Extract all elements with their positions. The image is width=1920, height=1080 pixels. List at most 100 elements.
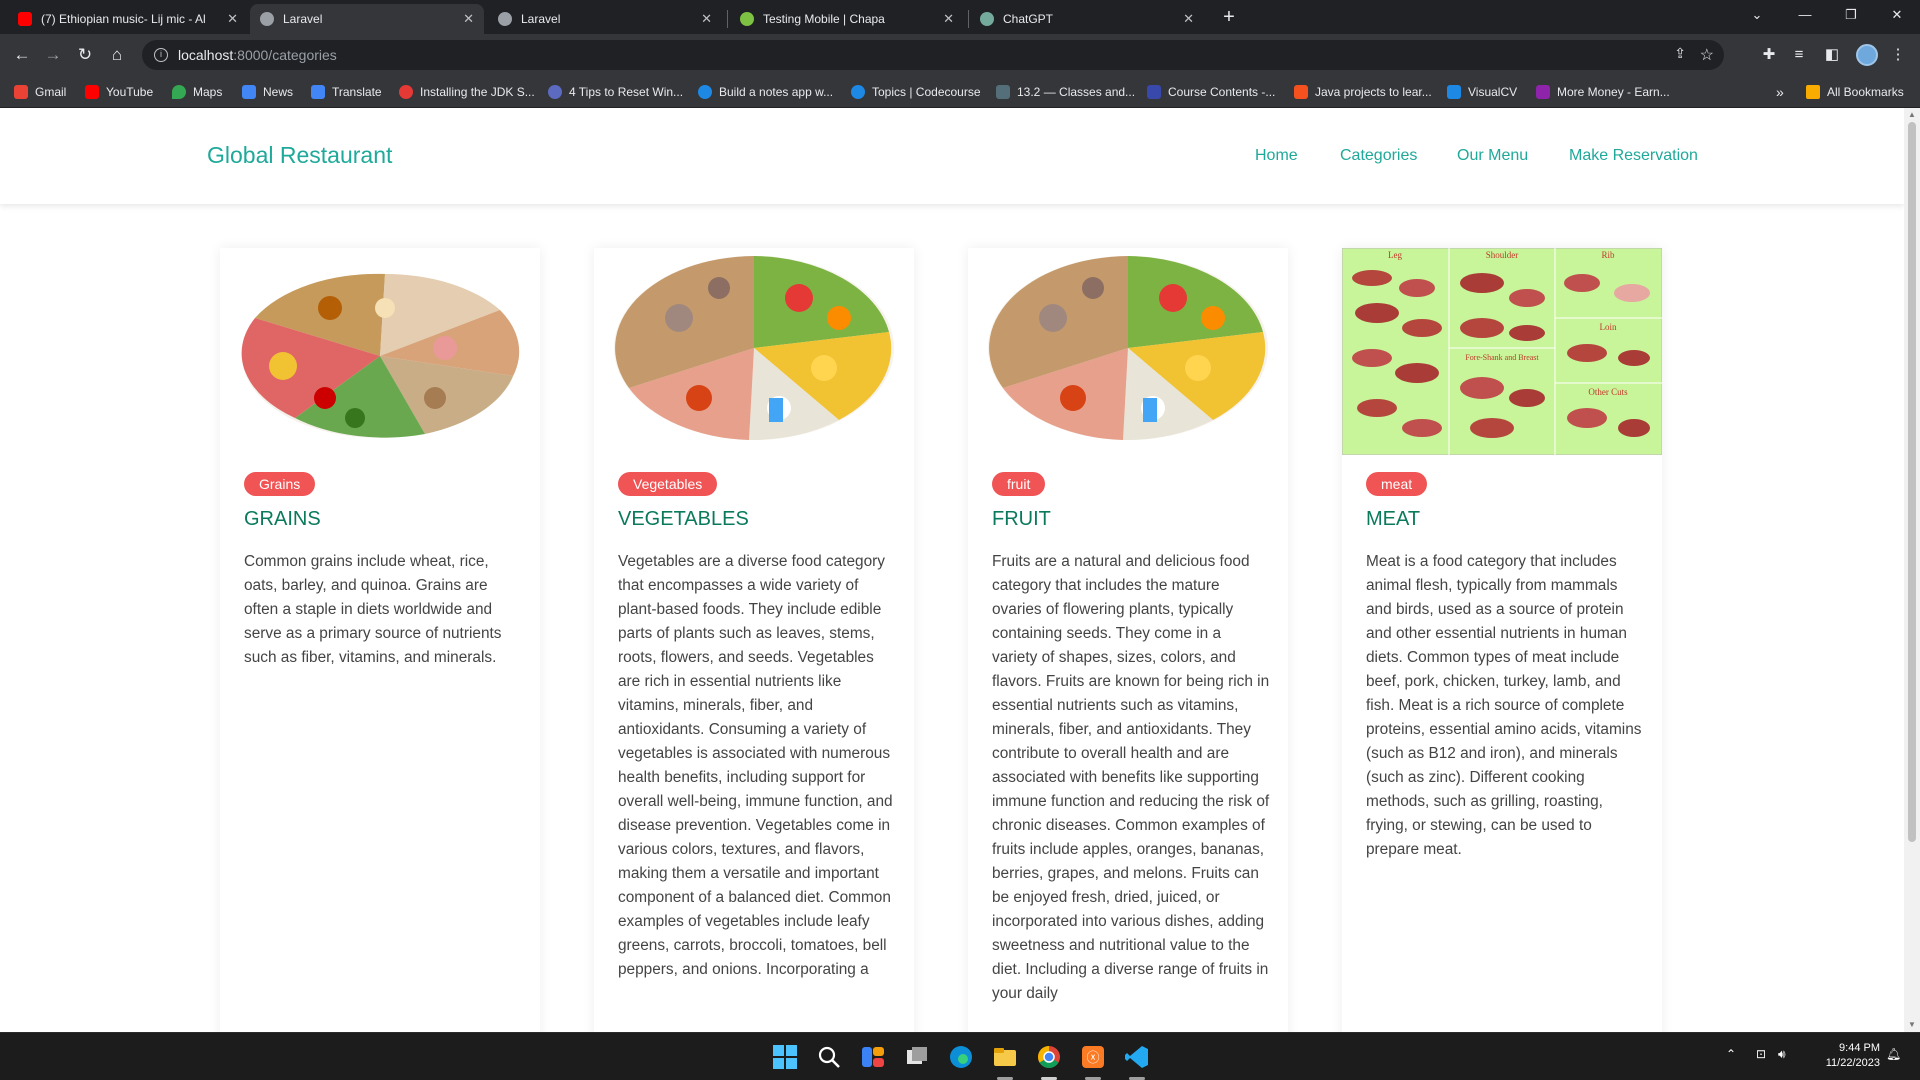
scrollbar-thumb[interactable] bbox=[1908, 122, 1916, 842]
meat-chart-label: Leg bbox=[1388, 250, 1402, 260]
bookmark-gmail[interactable]: Gmail bbox=[14, 83, 66, 101]
minimize-icon[interactable]: — bbox=[1782, 0, 1828, 30]
bookmark-codecourse[interactable]: Topics | Codecourse bbox=[851, 83, 981, 101]
more-bookmarks-button[interactable]: » bbox=[1776, 83, 1784, 101]
page-scrollbar[interactable]: ▲ ▼ bbox=[1904, 108, 1920, 1032]
reload-icon[interactable]: ↻ bbox=[73, 43, 97, 67]
category-badge: fruit bbox=[992, 472, 1046, 496]
tab-title: Laravel bbox=[283, 12, 323, 26]
category-card-vegetables[interactable]: Vegetables VEGETABLES Vegetables are a d… bbox=[594, 248, 914, 1032]
all-bookmarks-button[interactable]: All Bookmarks bbox=[1806, 83, 1904, 101]
bookmark-java-projects[interactable]: Java projects to lear... bbox=[1294, 83, 1432, 101]
close-window-icon[interactable]: ✕ bbox=[1874, 0, 1920, 30]
system-clock[interactable]: 9:44 PM 11/22/2023 bbox=[1808, 1041, 1880, 1071]
course-icon bbox=[1147, 85, 1161, 99]
windows-start-icon[interactable] bbox=[772, 1044, 798, 1070]
share-icon[interactable]: ⇪ bbox=[1674, 45, 1686, 62]
bookmark-visualcv[interactable]: VisualCV bbox=[1447, 83, 1517, 101]
bookmark-reset-windows[interactable]: 4 Tips to Reset Win... bbox=[548, 83, 683, 101]
nav-home[interactable]: Home bbox=[1255, 147, 1298, 165]
bookmark-classes[interactable]: 13.2 — Classes and... bbox=[996, 83, 1135, 101]
bookmark-translate[interactable]: Translate bbox=[311, 83, 382, 101]
nav-make-reservation[interactable]: Make Reservation bbox=[1569, 147, 1698, 165]
fruit-food-wheel-image bbox=[988, 256, 1268, 441]
media-control-icon[interactable]: ≡ bbox=[1787, 43, 1811, 67]
translate-icon bbox=[311, 85, 325, 99]
bookmark-jdk[interactable]: Installing the JDK S... bbox=[399, 83, 535, 101]
restore-icon[interactable]: ❐ bbox=[1828, 0, 1874, 30]
close-tab-icon[interactable]: ✕ bbox=[701, 11, 712, 27]
browser-toolbar: ← → ↻ ⌂ i localhost :8000/categories ⇪ ☆… bbox=[0, 34, 1920, 76]
browser-tab-1[interactable]: Laravel ✕ bbox=[250, 4, 484, 34]
bookmark-label: More Money - Earn... bbox=[1557, 85, 1670, 99]
nav-our-menu[interactable]: Our Menu bbox=[1457, 147, 1528, 165]
close-tab-icon[interactable]: ✕ bbox=[1183, 11, 1194, 27]
bookmark-news[interactable]: News bbox=[242, 83, 293, 101]
globe-favicon-icon bbox=[260, 12, 274, 26]
category-description: Meat is a food category that includes an… bbox=[1366, 553, 1642, 858]
bookmark-label: 4 Tips to Reset Win... bbox=[569, 85, 684, 99]
new-tab-button[interactable]: + bbox=[1216, 4, 1242, 30]
category-card-meat[interactable]: Leg Shoulder Rib Loin Fore-Shank and Bre… bbox=[1342, 248, 1662, 1032]
bookmark-label: YouTube bbox=[106, 85, 154, 99]
site-icon bbox=[1536, 85, 1550, 99]
bookmark-star-icon[interactable]: ☆ bbox=[1700, 45, 1714, 65]
volume-icon[interactable]: 🔊︎ bbox=[1778, 1047, 1786, 1062]
meat-chart-label: Fore-Shank and Breast bbox=[1465, 353, 1539, 362]
chapa-favicon-icon bbox=[740, 12, 754, 26]
browser-tab-0[interactable]: (7) Ethiopian music- Lij mic - Al ✕ bbox=[8, 4, 248, 34]
close-tab-icon[interactable]: ✕ bbox=[227, 11, 238, 27]
meat-chart-label: Shoulder bbox=[1486, 250, 1519, 260]
address-bar[interactable]: i localhost :8000/categories ⇪ ☆ bbox=[142, 40, 1724, 70]
profile-avatar[interactable] bbox=[1856, 44, 1878, 66]
bookmark-notes-app[interactable]: Build a notes app w... bbox=[698, 83, 833, 101]
back-arrow-icon[interactable]: ← bbox=[10, 43, 34, 67]
site-header: Global Restaurant Home Categories Our Me… bbox=[0, 108, 1904, 204]
kebab-menu-icon[interactable]: ⋮ bbox=[1886, 43, 1910, 67]
home-icon[interactable]: ⌂ bbox=[105, 43, 129, 67]
vscode-icon[interactable] bbox=[1124, 1044, 1150, 1070]
meat-chart-label: Other Cuts bbox=[1588, 387, 1628, 397]
chrome-icon[interactable] bbox=[1036, 1044, 1062, 1070]
category-title: MEAT bbox=[1366, 508, 1421, 530]
close-tab-icon[interactable]: ✕ bbox=[943, 11, 954, 27]
browser-tab-strip: (7) Ethiopian music- Lij mic - Al ✕ Lara… bbox=[0, 0, 1920, 34]
extensions-puzzle-icon[interactable]: ✚ bbox=[1757, 43, 1781, 67]
browser-tab-4[interactable]: ChatGPT ✕ bbox=[970, 4, 1204, 34]
close-tab-icon[interactable]: ✕ bbox=[463, 11, 474, 27]
site-icon bbox=[698, 85, 712, 99]
grains-food-wheel-image bbox=[241, 273, 520, 438]
task-view-icon[interactable] bbox=[904, 1044, 930, 1070]
browser-tab-2[interactable]: Laravel ✕ bbox=[488, 4, 722, 34]
site-brand[interactable]: Global Restaurant bbox=[207, 142, 392, 169]
file-explorer-icon[interactable] bbox=[992, 1044, 1018, 1070]
network-icon[interactable]: ⊡ bbox=[1756, 1047, 1766, 1061]
bookmark-youtube[interactable]: YouTube bbox=[85, 83, 153, 101]
forward-arrow-icon[interactable]: → bbox=[41, 43, 65, 67]
gmail-icon bbox=[14, 85, 28, 99]
category-card-fruit[interactable]: fruit FRUIT Fruits are a natural and del… bbox=[968, 248, 1288, 1032]
category-card-grains[interactable]: Grains GRAINS Common grains include whea… bbox=[220, 248, 540, 1032]
clock-time: 9:44 PM bbox=[1839, 1042, 1880, 1054]
tab-separator bbox=[968, 10, 969, 28]
search-icon[interactable] bbox=[816, 1044, 842, 1070]
tab-search-chevron-icon[interactable]: ⌄ bbox=[1734, 0, 1780, 30]
widgets-icon[interactable] bbox=[860, 1044, 886, 1070]
edge-browser-icon[interactable] bbox=[948, 1044, 974, 1070]
scroll-down-arrow-icon[interactable]: ▼ bbox=[1908, 1020, 1916, 1029]
bookmark-more-money[interactable]: More Money - Earn... bbox=[1536, 83, 1670, 101]
bookmark-maps[interactable]: Maps bbox=[172, 83, 222, 101]
vegetables-food-wheel-image bbox=[614, 256, 894, 441]
site-info-icon[interactable]: i bbox=[154, 48, 168, 62]
bookmark-label: Course Contents -... bbox=[1168, 85, 1276, 99]
visualcv-icon bbox=[1447, 85, 1461, 99]
nav-categories[interactable]: Categories bbox=[1340, 147, 1417, 165]
show-hidden-icons-chevron-icon[interactable]: ⌃ bbox=[1726, 1047, 1736, 1061]
xampp-icon[interactable]: ⓧ bbox=[1080, 1044, 1106, 1070]
bookmark-course-contents[interactable]: Course Contents -... bbox=[1147, 83, 1275, 101]
url-path: :8000/categories bbox=[233, 47, 337, 63]
notification-bell-icon[interactable]: 🔔︎ bbox=[1886, 1047, 1901, 1061]
scroll-up-arrow-icon[interactable]: ▲ bbox=[1908, 110, 1916, 119]
side-panel-icon[interactable]: ◧ bbox=[1820, 43, 1844, 67]
browser-tab-3[interactable]: Testing Mobile | Chapa ✕ bbox=[730, 4, 964, 34]
